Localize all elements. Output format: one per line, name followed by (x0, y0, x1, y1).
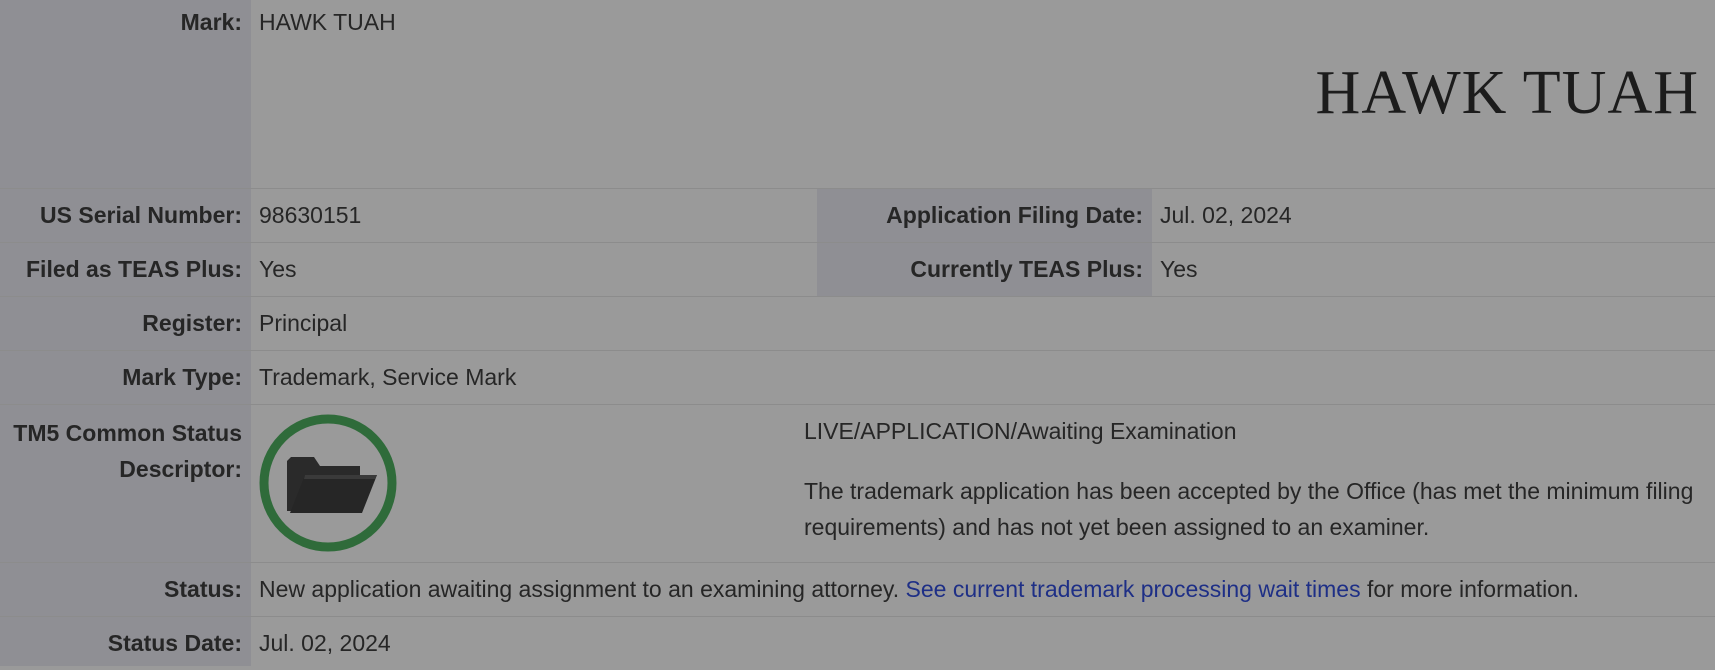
mark-type-row: Mark Type: Trademark, Service Mark (0, 351, 1715, 405)
register-label: Register: (0, 297, 251, 350)
filing-date-value: Jul. 02, 2024 (1160, 202, 1292, 228)
tm5-status-description: The trademark application has been accep… (804, 478, 1694, 540)
folder-open-icon (259, 414, 397, 552)
teas-row: Filed as TEAS Plus: Yes Currently TEAS P… (0, 243, 1715, 297)
wait-times-link[interactable]: See current trademark processing wait ti… (906, 576, 1361, 602)
mark-type-label: Mark Type: (0, 351, 251, 404)
mark-label: Mark: (0, 0, 251, 188)
register-row: Register: Principal (0, 297, 1715, 351)
serial-row: US Serial Number: 98630151 Application F… (0, 189, 1715, 243)
register-value: Principal (259, 310, 348, 336)
teas-filed-value: Yes (259, 256, 297, 282)
status-date-value: Jul. 02, 2024 (259, 630, 391, 656)
tm5-label-line1: TM5 Common Status (13, 420, 242, 446)
status-date-label: Status Date: (0, 617, 251, 666)
teas-filed-label: Filed as TEAS Plus: (0, 243, 251, 296)
status-row: Status: New application awaiting assignm… (0, 563, 1715, 617)
status-text-after: for more information. (1360, 576, 1580, 602)
status-value: New application awaiting assignment to a… (251, 563, 1715, 616)
status-text: New application awaiting assignment to a… (259, 576, 906, 602)
status-label: Status: (0, 563, 251, 616)
teas-current-label: Currently TEAS Plus: (817, 243, 1152, 296)
tm5-status-title: LIVE/APPLICATION/Awaiting Examination (804, 418, 1237, 444)
serial-number-value: 98630151 (259, 202, 362, 228)
teas-current-value: Yes (1160, 256, 1198, 282)
tm5-label: TM5 Common Status Descriptor: (0, 405, 251, 562)
serial-number-label: US Serial Number: (0, 189, 251, 242)
tm5-status-text: LIVE/APPLICATION/Awaiting Examination Th… (804, 413, 1704, 545)
mark-image: HAWK TUAH (1315, 59, 1699, 127)
mark-type-value: Trademark, Service Mark (259, 364, 517, 390)
status-date-row: Status Date: Jul. 02, 2024 (0, 617, 1715, 666)
filing-date-label: Application Filing Date: (817, 189, 1152, 242)
trademark-status-page: Mark: HAWK TUAH HAWK TUAH US Serial Numb… (0, 0, 1715, 666)
tm5-label-line2: Descriptor: (119, 456, 242, 482)
